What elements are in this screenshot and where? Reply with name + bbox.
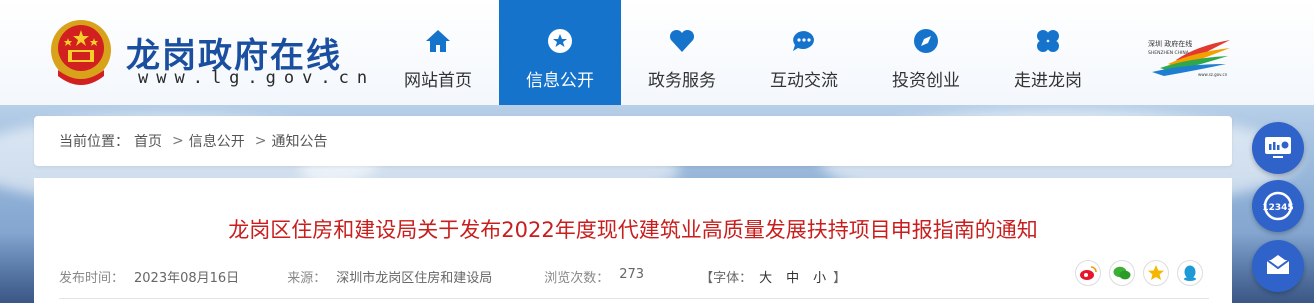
font-medium-button[interactable]: 中 (786, 267, 799, 286)
share-buttons (1067, 260, 1203, 286)
font-small-button[interactable]: 小 (813, 267, 826, 286)
nav-item-label: 互动交流 (770, 71, 838, 91)
breadcrumb-notices[interactable]: 通知公告 (271, 131, 327, 151)
hotline-12345-icon[interactable]: 12345 (1252, 180, 1304, 232)
article-meta: 发布时间： 2023年08月16日 来源： 深圳市龙岗区住房和建设局 浏览次数：… (59, 266, 886, 286)
breadcrumb-separator: > (254, 133, 267, 149)
font-large-button[interactable]: 大 (759, 267, 772, 286)
sz-logo-title: 深圳 政府在线 (1148, 39, 1192, 48)
font-close: 】 (833, 270, 847, 286)
wechat-icon[interactable] (1109, 260, 1135, 286)
clover-icon (1035, 28, 1061, 54)
sz-logo-url: www.sz.gov.cn (1198, 72, 1228, 77)
breadcrumb-prefix: 当前位置： (59, 134, 129, 150)
nav-item-about-longgang[interactable]: 走进龙岗 (987, 0, 1109, 105)
heart-icon (669, 28, 695, 54)
nav-item-label: 信息公开 (526, 71, 594, 91)
nav-item-info-public[interactable]: 信息公开 (499, 0, 621, 105)
nav-item-home[interactable]: 网站首页 (377, 0, 499, 105)
hotline-number: 12345 (1262, 203, 1293, 213)
nav-item-interaction[interactable]: 互动交流 (743, 0, 865, 105)
font-label: 【字体： (700, 270, 753, 286)
main-nav: 网站首页 信息公开 政务服务 互动交流 投资创业 走进龙岗 (377, 0, 1109, 105)
sz-logo-subtitle: SHENZHEN CHINA (1148, 50, 1190, 56)
shenzhen-gov-logo[interactable]: 深圳 政府在线 SHENZHEN CHINA www.sz.gov.cn (1146, 38, 1232, 78)
nav-item-label: 走进龙岗 (1014, 71, 1082, 91)
qzone-icon[interactable] (1143, 260, 1169, 286)
qq-icon[interactable] (1177, 260, 1203, 286)
nav-item-label: 政务服务 (648, 71, 716, 91)
weibo-icon[interactable] (1075, 260, 1101, 286)
publish-label: 发布时间： (59, 270, 125, 286)
publish-date: 2023年08月16日 (134, 270, 240, 286)
nav-item-investment[interactable]: 投资创业 (865, 0, 987, 105)
nav-item-gov-service[interactable]: 政务服务 (621, 0, 743, 105)
home-icon (425, 28, 451, 54)
chat-icon (791, 28, 817, 54)
article-panel: 龙岗区住房和建设局关于发布2022年度现代建筑业高质量发展扶持项目申报指南的通知… (34, 178, 1232, 303)
breadcrumb-separator: > (172, 133, 184, 149)
mail-icon[interactable] (1252, 240, 1304, 292)
breadcrumb: 当前位置： 首页 > 信息公开 > 通知公告 (34, 116, 1232, 166)
source-label: 来源： (287, 270, 327, 286)
monitor-chart-icon[interactable] (1252, 122, 1304, 174)
site-url[interactable]: www.lg.gov.cn (138, 68, 375, 88)
source-value: 深圳市龙岗区住房和建设局 (336, 270, 493, 286)
views-label: 浏览次数： (544, 270, 610, 286)
star-icon (547, 28, 573, 54)
nav-item-label: 投资创业 (892, 71, 960, 91)
nav-item-label: 网站首页 (404, 71, 472, 91)
article-title: 龙岗区住房和建设局关于发布2022年度现代建筑业高质量发展扶持项目申报指南的通知 (228, 218, 1038, 242)
views-count: 273 (619, 266, 645, 282)
meta-divider (59, 298, 1209, 299)
breadcrumb-info-public[interactable]: 信息公开 (189, 131, 245, 151)
compass-icon (913, 28, 939, 54)
font-size-control: 【字体： 大 中 小 】 (700, 267, 846, 286)
site-header: 龙岗政府在线 www.lg.gov.cn 网站首页 信息公开 政务服务 互动交流 (0, 0, 1314, 105)
breadcrumb-home[interactable]: 首页 (134, 131, 162, 151)
national-emblem-icon[interactable] (46, 16, 116, 90)
